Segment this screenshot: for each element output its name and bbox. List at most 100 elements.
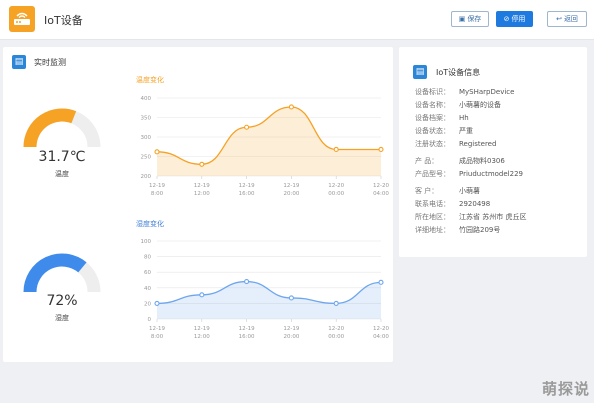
series-area	[157, 281, 381, 319]
x-tick-label: 12:00	[194, 191, 210, 197]
x-tick-label: 12-19	[149, 183, 165, 189]
y-tick-label: 60	[144, 270, 151, 276]
info-key: 联系电话：	[415, 200, 450, 208]
info-key: 设备名称：	[415, 101, 450, 109]
save-button-label: 保存	[467, 15, 482, 23]
info-value: 小萌薯的设备	[459, 101, 501, 109]
info-value: Registered	[459, 140, 497, 148]
info-row: 设备名称： 小萌薯的设备	[415, 100, 501, 110]
info-value: 小萌薯	[459, 187, 480, 195]
y-tick-label: 350	[141, 116, 152, 122]
data-point	[154, 300, 160, 306]
info-row: 详细地址： 竹园路209号	[415, 225, 500, 235]
disable-button-label: 停用	[511, 15, 526, 23]
data-point	[333, 146, 339, 153]
info-value: Hh	[459, 114, 469, 122]
x-tick-label: 12-19	[239, 326, 255, 332]
x-tick-label: 12-20	[373, 183, 389, 189]
info-key: 产 品：	[415, 157, 439, 165]
x-tick-label: 12-19	[149, 326, 165, 332]
y-tick-label: 40	[144, 286, 151, 292]
data-point	[378, 279, 384, 285]
temperature-label: 温度	[55, 170, 69, 178]
info-row: 设备档案： Hh	[415, 113, 469, 123]
info-row: 产品型号： Priuductmodel229	[415, 169, 523, 179]
info-row: 产 品： 成品物料0306	[415, 156, 505, 166]
x-tick-label: 8:00	[151, 191, 164, 197]
x-tick-label: 12-19	[239, 183, 255, 189]
x-tick-label: 16:00	[239, 191, 255, 197]
watermark-text: 萌探说	[541, 380, 590, 398]
document-icon: ▤	[12, 55, 26, 69]
y-tick-label: 200	[141, 174, 152, 180]
x-tick-label: 12-19	[283, 183, 299, 189]
info-key: 设备状态：	[415, 127, 450, 135]
page-title: IoT设备	[44, 14, 83, 27]
save-button[interactable]: ▣ 保存	[451, 11, 489, 27]
data-point	[288, 104, 294, 110]
temperature-value: 31.7℃	[38, 149, 86, 165]
x-tick-label: 12-20	[328, 183, 344, 189]
device-info-panel: ▤ IoT设备信息 设备标识： MySHarpDevice 设备名称： 小萌薯的设备设…	[399, 47, 587, 257]
info-key: 注册状态：	[415, 140, 450, 148]
ban-icon: ⊘	[503, 15, 510, 23]
info-value: Priuductmodel229	[459, 170, 523, 178]
info-row: 客 户： 小萌薯	[415, 186, 480, 196]
info-key: 设备标识：	[415, 88, 450, 96]
info-key: 设备档案：	[415, 114, 450, 122]
y-tick-label: 400	[141, 96, 152, 102]
info-row: 设备标识： MySHarpDevice	[415, 87, 514, 97]
y-tick-label: 250	[141, 155, 152, 161]
x-tick-label: 8:00	[151, 334, 164, 340]
data-point	[244, 124, 250, 130]
info-value: 竹园路209号	[459, 226, 501, 234]
data-point	[244, 279, 250, 285]
data-point	[378, 146, 384, 153]
humidity-gauge	[23, 253, 101, 293]
app-header: IoT设备 ▣ 保存 ⊘ 停用 ↩ 返回	[0, 0, 594, 40]
x-tick-label: 04:00	[373, 334, 389, 340]
info-key: 详细地址：	[415, 226, 450, 234]
info-key: 所在地区：	[415, 213, 450, 221]
y-tick-label: 80	[144, 255, 151, 261]
y-tick-label: 100	[141, 239, 152, 245]
return-icon: ↩	[556, 15, 562, 23]
back-button[interactable]: ↩ 返回	[547, 11, 587, 27]
router-logo-icon	[9, 6, 35, 32]
info-value: 成品物料0306	[459, 157, 505, 165]
info-row: 所在地区： 江苏省 苏州市 虎丘区	[415, 212, 526, 222]
y-tick-label: 20	[144, 301, 151, 307]
x-tick-label: 12:00	[194, 334, 210, 340]
humidity-chart-title: 湿度变化	[136, 220, 164, 228]
data-point	[154, 149, 160, 155]
data-point	[333, 300, 339, 306]
x-tick-label: 20:00	[283, 191, 299, 197]
temperature-chart: 400 350 300 250 200 12-19 8:00 12-19 12:00 12-19 1…	[141, 96, 390, 197]
y-tick-label: 0	[148, 317, 152, 323]
y-tick-label: 300	[141, 135, 152, 141]
info-row: 设备状态： 严重	[415, 126, 473, 136]
document-icon: ▤	[413, 65, 427, 79]
monitor-title: 实时监测	[34, 58, 66, 67]
disable-button[interactable]: ⊘ 停用	[496, 11, 533, 27]
x-tick-label: 12-20	[328, 326, 344, 332]
info-title: IoT设备信息	[436, 68, 481, 77]
info-value: 严重	[459, 127, 473, 135]
x-tick-label: 20:00	[283, 334, 299, 340]
x-tick-label: 00:00	[328, 334, 344, 340]
info-key: 客 户：	[415, 187, 439, 195]
temperature-gauge	[23, 108, 101, 148]
x-tick-label: 12-19	[283, 326, 299, 332]
save-icon: ▣	[458, 15, 466, 23]
humidity-chart: 100 80 60 40 20 0 12-19 8:00 12-19 12:00 12-19 16:0…	[141, 239, 390, 340]
data-point	[199, 292, 205, 298]
info-row: 注册状态： Registered	[415, 139, 496, 149]
x-tick-label: 12-20	[373, 326, 389, 332]
data-point	[199, 161, 205, 167]
x-tick-label: 00:00	[328, 191, 344, 197]
info-row: 联系电话： 2920498	[415, 199, 490, 209]
x-tick-label: 04:00	[373, 191, 389, 197]
x-tick-label: 16:00	[239, 334, 255, 340]
x-tick-label: 12-19	[194, 183, 210, 189]
realtime-monitor-panel: ▤ 实时监测 31.7℃ 温度 72% 湿度 温度变化 400 350 300 250…	[3, 47, 393, 362]
